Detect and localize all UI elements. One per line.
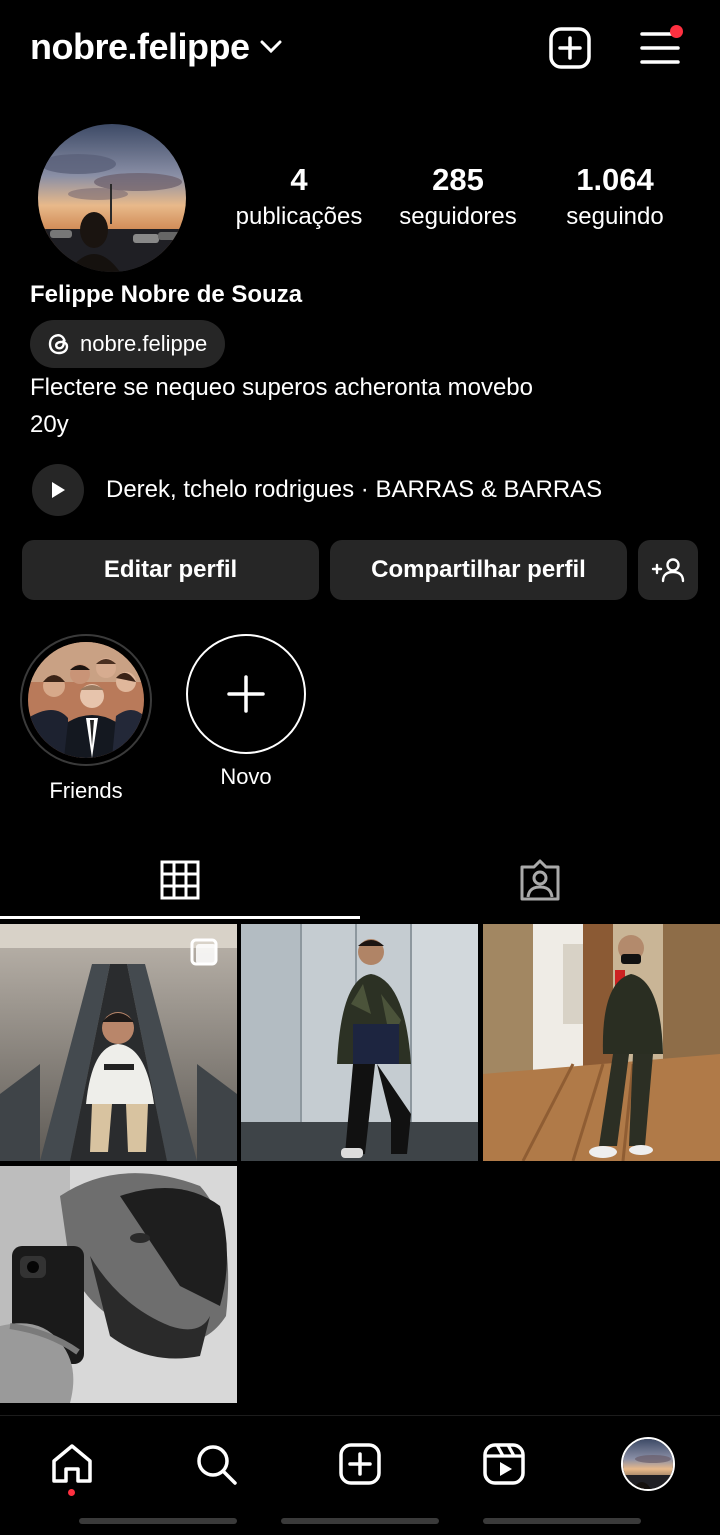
create-post-button[interactable] bbox=[548, 26, 592, 70]
bottom-nav-divider bbox=[0, 1415, 720, 1416]
post-thumbnail[interactable] bbox=[0, 924, 237, 1161]
tagged-person-icon bbox=[520, 859, 560, 901]
music-play-button[interactable] bbox=[32, 464, 84, 516]
create-icon bbox=[339, 1443, 381, 1485]
share-profile-button[interactable]: Compartilhar perfil bbox=[330, 540, 627, 600]
threads-handle: nobre.felippe bbox=[80, 331, 208, 356]
menu-button[interactable] bbox=[638, 25, 683, 70]
profile-avatar bbox=[621, 1437, 675, 1491]
add-person-icon bbox=[651, 558, 685, 583]
discover-people-button[interactable] bbox=[638, 540, 698, 600]
home-activity-dot bbox=[68, 1489, 75, 1496]
nav-reels[interactable] bbox=[474, 1436, 534, 1492]
grid-icon bbox=[160, 860, 200, 900]
play-icon bbox=[52, 482, 65, 498]
account-switcher[interactable]: nobre.felippe bbox=[30, 26, 282, 68]
edit-profile-button[interactable]: Editar perfil bbox=[22, 540, 319, 600]
bio-line-2: 20y bbox=[30, 411, 69, 438]
music-track: Derek, tchelo rodrigues · BARRAS & BARRA… bbox=[106, 476, 603, 503]
nav-home[interactable] bbox=[42, 1436, 102, 1492]
stat-followers-value: 285 bbox=[432, 162, 484, 197]
notification-dot bbox=[670, 25, 683, 38]
profile-full-name: Felippe Nobre de Souza bbox=[30, 281, 303, 308]
stat-posts-label: publicações bbox=[235, 203, 363, 230]
post-thumbnail[interactable] bbox=[241, 924, 478, 1161]
highlight-new[interactable]: Novo bbox=[184, 634, 308, 790]
stat-posts[interactable]: 4 publicações bbox=[224, 162, 374, 231]
username-title: nobre.felippe bbox=[30, 26, 250, 67]
tab-posts-grid[interactable] bbox=[0, 840, 360, 920]
threads-icon bbox=[48, 334, 69, 355]
bio-line-1: Flectere se nequeo superos acheronta mov… bbox=[30, 374, 533, 401]
system-nav-pill bbox=[79, 1518, 237, 1524]
nav-profile[interactable] bbox=[618, 1436, 678, 1492]
profile-avatar-large[interactable] bbox=[38, 124, 186, 272]
stat-followers-label: seguidores bbox=[399, 203, 517, 230]
chevron-down-icon bbox=[260, 40, 282, 54]
tab-tagged[interactable] bbox=[360, 840, 720, 920]
post-thumbnail[interactable] bbox=[0, 1166, 237, 1403]
highlight-new-circle bbox=[186, 634, 306, 754]
profile-music[interactable]: Derek, tchelo rodrigues · BARRAS & BARRA… bbox=[32, 464, 602, 516]
highlight-friends-cover bbox=[20, 634, 152, 766]
stat-posts-value: 4 bbox=[290, 162, 308, 197]
stat-following[interactable]: 1.064 seguindo bbox=[540, 162, 690, 231]
stat-followers[interactable]: 285 seguidores bbox=[383, 162, 533, 231]
highlight-friends[interactable]: Friends bbox=[20, 634, 152, 804]
system-nav-pill bbox=[483, 1518, 641, 1524]
highlight-friends-label: Friends bbox=[49, 778, 123, 803]
post-thumbnail[interactable] bbox=[483, 924, 720, 1161]
stat-following-value: 1.064 bbox=[576, 162, 654, 197]
nav-create[interactable] bbox=[330, 1436, 390, 1492]
stat-following-label: seguindo bbox=[566, 203, 664, 230]
reels-icon bbox=[483, 1443, 525, 1485]
plus-icon bbox=[227, 675, 265, 713]
search-icon bbox=[197, 1445, 237, 1485]
highlight-new-label: Novo bbox=[220, 764, 272, 789]
nav-search[interactable] bbox=[186, 1436, 246, 1492]
tab-active-indicator bbox=[0, 916, 360, 919]
system-nav-pill bbox=[281, 1518, 439, 1524]
home-icon bbox=[52, 1444, 92, 1483]
plus-square-icon bbox=[549, 27, 591, 69]
threads-badge[interactable]: nobre.felippe bbox=[30, 320, 226, 368]
